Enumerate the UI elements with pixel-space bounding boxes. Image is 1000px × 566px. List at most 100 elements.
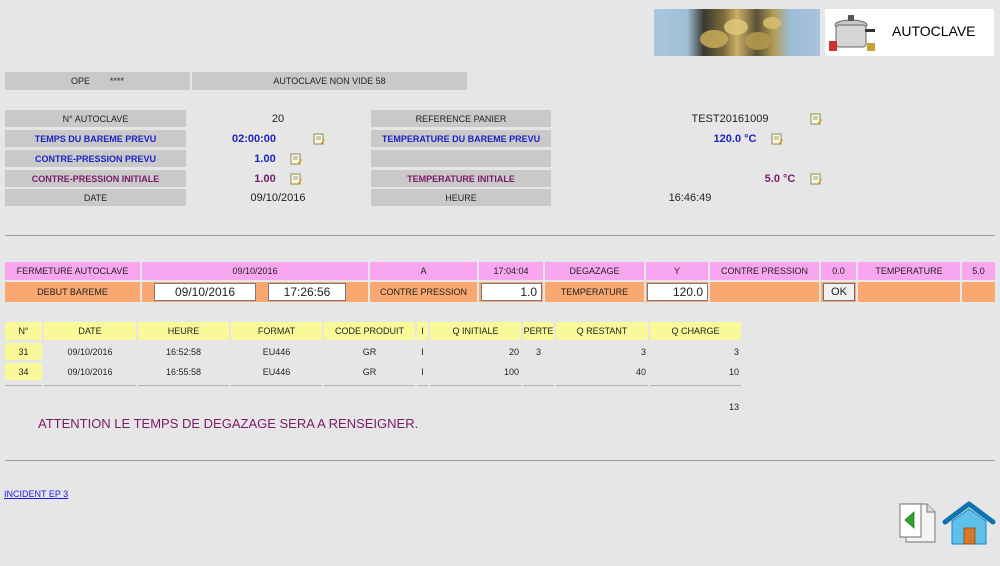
table-row-underline [417,385,428,386]
contre-pression-label: CONTRE PRESSION [710,262,819,280]
table-row-underline [430,385,521,386]
table-row-i: I [421,366,424,377]
table-row-heure: 16:52:58 [165,346,202,357]
table-row-date: 09/10/2016 [67,346,113,357]
table-row-num: 34 [5,363,42,380]
ok-button[interactable]: OK [823,283,855,301]
table-header-q-charge: Q CHARGE [650,322,741,340]
temperature-value: 5.0 [962,262,995,280]
note-edit-icon[interactable] [290,173,302,185]
table-row-underline [650,385,741,386]
temps-bareme-label: TEMPS DU BAREME PREVU [5,130,186,147]
table-header-heure: HEURE [138,322,229,340]
divider [5,235,995,236]
table-header-num: N° [5,322,42,340]
degazage-warning: ATTENTION LE TEMPS DE DEGAZAGE SERA A RE… [38,416,419,431]
ope-cell: OPE **** [5,72,190,90]
temp-initiale-value: 5.0 °C [764,172,796,185]
ope-value: **** [110,76,125,86]
debut-date-input[interactable]: 09/10/2016 [154,283,256,301]
debut-blank-cell [858,282,960,302]
debut-time-input[interactable]: 17:26:56 [268,283,346,301]
contre-pression-prevu-value: 1.00 [254,152,276,165]
ope-label: OPE [70,76,90,86]
table-row-underline [44,385,136,386]
table-row-i: I [421,346,424,357]
table-row-q-restant: 3 [640,346,646,357]
date-value: 09/10/2016 [250,191,306,204]
note-edit-icon[interactable] [810,173,822,185]
table-row-q-charge: 3 [733,346,739,357]
ref-panier-value: TEST20161009 [691,112,769,125]
home-icon[interactable] [942,501,996,545]
temps-bareme-value: 02:00:00 [231,132,277,145]
table-row-underline [556,385,648,386]
date-label: DATE [5,189,186,206]
debut-bareme-label: DEBUT BAREME [5,282,140,302]
note-edit-icon[interactable] [290,153,302,165]
table-row-q-charge: 10 [728,366,739,377]
table-row-q-restant: 40 [635,366,646,377]
fermeture-date: 09/10/2016 [142,262,368,280]
empty-label-cell [371,150,551,167]
debut-contre-pression-label: CONTRE PRESSION [370,282,477,302]
table-row-code-produit: GR [362,346,377,357]
temperature-input[interactable]: 120.0 [647,283,708,301]
table-total: 13 [728,401,739,412]
temperature-label: TEMPERATURE [858,262,960,280]
header-autoclave-box: AUTOCLAVE [825,9,994,56]
num-autoclave-label: N° AUTOCLAVE [5,110,186,127]
table-header-q-restant: Q RESTANT [556,322,648,340]
degazage-value: Y [646,262,708,280]
table-row-date: 09/10/2016 [67,366,113,377]
heure-label: HEURE [371,189,551,206]
temp-bareme-label: TEMPERATURE DU BAREME PREVU [371,130,551,147]
contre-pression-init-value: 1.00 [254,172,276,185]
table-header-perte: PERTE [523,322,554,340]
ref-panier-label: REFERENCE PANIER [371,110,551,127]
note-edit-icon[interactable] [810,113,822,125]
debut-temperature-label: TEMPERATURE [545,282,644,302]
table-header-format: FORMAT [231,322,322,340]
note-edit-icon[interactable] [313,133,325,145]
incident-link[interactable]: INCIDENT EP 3 [4,489,68,499]
table-row-underline [523,385,554,386]
table-row-code-produit: GR [362,366,377,377]
table-row-q-initiale: 100 [503,366,519,377]
table-row-underline [231,385,322,386]
heure-value: 16:46:49 [668,191,712,204]
temp-bareme-value: 120.0 °C [713,132,757,145]
table-header-code-produit: CODE PRODUIT [324,322,415,340]
fermeture-time: 17:04:04 [479,262,543,280]
table-header-q-initiale: Q INITIALE [430,322,521,340]
table-row-q-initiale: 20 [508,346,519,357]
pressure-cooker-icon [829,15,875,51]
table-row-format: EU446 [262,366,291,377]
table-row-perte: 3 [535,346,541,357]
note-edit-icon[interactable] [771,133,783,145]
debut-blank-cell [962,282,995,302]
table-row-format: EU446 [262,346,291,357]
divider [5,460,995,461]
table-row-underline [138,385,229,386]
header-photo-tins [654,9,820,56]
num-autoclave-value: 20 [271,112,285,125]
table-row-underline [324,385,415,386]
table-header-date: DATE [44,322,136,340]
table-row-underline [5,385,42,386]
fermeture-label: FERMETURE AUTOCLAVE [5,262,140,280]
fermeture-a-label: A [370,262,477,280]
table-row-perte [523,363,554,380]
contre-pression-input[interactable]: 1.0 [481,283,542,301]
table-header-i: I [417,322,428,340]
contre-pression-init-label: CONTRE-PRESSION INITIALE [5,170,186,187]
back-document-icon[interactable] [897,501,941,545]
debut-blank-cell [710,282,819,302]
header-title: AUTOCLAVE [892,23,976,39]
table-row-heure: 16:55:58 [165,366,202,377]
autoclave-status: AUTOCLAVE NON VIDE 58 [192,72,467,90]
contre-pression-prevu-label: CONTRE-PRESSION PREVU [5,150,186,167]
contre-pression-value: 0.0 [821,262,856,280]
table-row-num: 31 [5,343,42,360]
temp-initiale-label: TEMPERATURE INITIALE [371,170,551,187]
